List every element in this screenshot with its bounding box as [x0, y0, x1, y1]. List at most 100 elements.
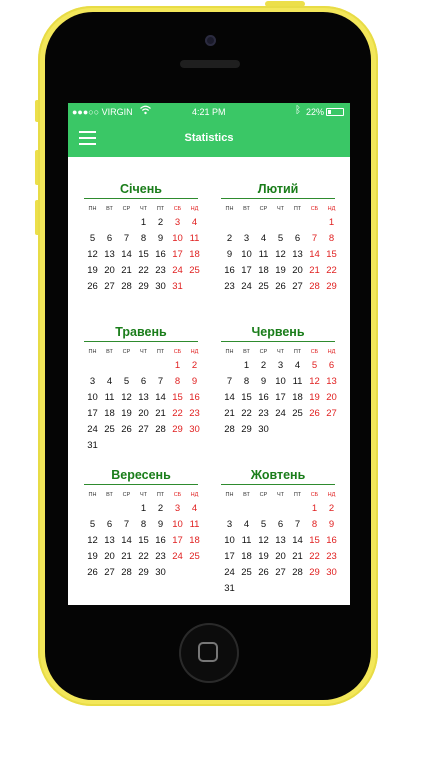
- day-cell[interactable]: 16: [323, 533, 340, 549]
- day-cell[interactable]: 29: [135, 565, 152, 581]
- day-cell[interactable]: 11: [186, 517, 203, 533]
- day-cell[interactable]: 24: [272, 406, 289, 422]
- day-cell[interactable]: 28: [118, 565, 135, 581]
- day-cell[interactable]: 30: [255, 422, 272, 438]
- day-cell[interactable]: 18: [186, 533, 203, 549]
- day-cell[interactable]: 10: [169, 231, 186, 247]
- day-cell[interactable]: 3: [238, 231, 255, 247]
- day-cell[interactable]: 8: [238, 374, 255, 390]
- day-cell[interactable]: 21: [152, 406, 169, 422]
- day-cell[interactable]: 6: [323, 358, 340, 374]
- day-cell[interactable]: 22: [323, 263, 340, 279]
- day-cell[interactable]: 24: [169, 263, 186, 279]
- day-cell[interactable]: 27: [135, 422, 152, 438]
- day-cell[interactable]: 3: [221, 517, 238, 533]
- day-cell[interactable]: 11: [101, 390, 118, 406]
- day-cell[interactable]: 27: [101, 279, 118, 295]
- day-cell[interactable]: 13: [289, 247, 306, 263]
- day-cell[interactable]: 13: [101, 533, 118, 549]
- day-cell[interactable]: 17: [169, 247, 186, 263]
- day-cell[interactable]: 18: [255, 263, 272, 279]
- day-cell[interactable]: 22: [135, 263, 152, 279]
- day-cell[interactable]: 19: [272, 263, 289, 279]
- day-cell[interactable]: 7: [306, 231, 323, 247]
- day-cell[interactable]: 17: [169, 533, 186, 549]
- day-cell[interactable]: 3: [169, 215, 186, 231]
- day-cell[interactable]: 25: [101, 422, 118, 438]
- day-cell[interactable]: 21: [221, 406, 238, 422]
- day-cell[interactable]: 2: [221, 231, 238, 247]
- day-cell[interactable]: 20: [289, 263, 306, 279]
- day-cell[interactable]: 1: [135, 501, 152, 517]
- day-cell[interactable]: 11: [238, 533, 255, 549]
- day-cell[interactable]: 5: [84, 231, 101, 247]
- day-cell[interactable]: 14: [152, 390, 169, 406]
- day-cell[interactable]: 23: [152, 549, 169, 565]
- day-cell[interactable]: 9: [255, 374, 272, 390]
- day-cell[interactable]: 1: [306, 501, 323, 517]
- day-cell[interactable]: 13: [272, 533, 289, 549]
- day-cell[interactable]: 22: [238, 406, 255, 422]
- day-cell[interactable]: 23: [221, 279, 238, 295]
- day-cell[interactable]: 14: [289, 533, 306, 549]
- day-cell[interactable]: 31: [221, 581, 238, 597]
- day-cell[interactable]: 2: [323, 501, 340, 517]
- day-cell[interactable]: 6: [135, 374, 152, 390]
- day-cell[interactable]: 18: [186, 247, 203, 263]
- day-cell[interactable]: 9: [152, 517, 169, 533]
- day-cell[interactable]: 5: [306, 358, 323, 374]
- day-cell[interactable]: 1: [323, 215, 340, 231]
- day-cell[interactable]: 28: [152, 422, 169, 438]
- day-cell[interactable]: 17: [84, 406, 101, 422]
- day-cell[interactable]: 11: [255, 247, 272, 263]
- day-cell[interactable]: 3: [272, 358, 289, 374]
- day-cell[interactable]: 30: [323, 565, 340, 581]
- day-cell[interactable]: 24: [221, 565, 238, 581]
- day-cell[interactable]: 10: [221, 533, 238, 549]
- day-cell[interactable]: 24: [169, 549, 186, 565]
- day-cell[interactable]: 19: [255, 549, 272, 565]
- day-cell[interactable]: 15: [306, 533, 323, 549]
- day-cell[interactable]: 5: [272, 231, 289, 247]
- day-cell[interactable]: 13: [101, 247, 118, 263]
- day-cell[interactable]: 10: [169, 517, 186, 533]
- day-cell[interactable]: 26: [255, 565, 272, 581]
- day-cell[interactable]: 6: [272, 517, 289, 533]
- day-cell[interactable]: 19: [306, 390, 323, 406]
- day-cell[interactable]: 6: [289, 231, 306, 247]
- day-cell[interactable]: 26: [84, 279, 101, 295]
- day-cell[interactable]: 26: [272, 279, 289, 295]
- day-cell[interactable]: 15: [135, 533, 152, 549]
- day-cell[interactable]: 9: [323, 517, 340, 533]
- day-cell[interactable]: 27: [272, 565, 289, 581]
- day-cell[interactable]: 31: [169, 279, 186, 295]
- day-cell[interactable]: 8: [169, 374, 186, 390]
- day-cell[interactable]: 4: [186, 215, 203, 231]
- day-cell[interactable]: 4: [289, 358, 306, 374]
- day-cell[interactable]: 17: [272, 390, 289, 406]
- day-cell[interactable]: 20: [272, 549, 289, 565]
- day-cell[interactable]: 26: [84, 565, 101, 581]
- day-cell[interactable]: 8: [323, 231, 340, 247]
- day-cell[interactable]: 25: [186, 549, 203, 565]
- day-cell[interactable]: 15: [238, 390, 255, 406]
- day-cell[interactable]: 12: [84, 533, 101, 549]
- day-cell[interactable]: 18: [289, 390, 306, 406]
- day-cell[interactable]: 12: [118, 390, 135, 406]
- day-cell[interactable]: 8: [135, 517, 152, 533]
- day-cell[interactable]: 18: [101, 406, 118, 422]
- day-cell[interactable]: 20: [101, 263, 118, 279]
- day-cell[interactable]: 23: [186, 406, 203, 422]
- day-cell[interactable]: 30: [152, 279, 169, 295]
- day-cell[interactable]: 13: [135, 390, 152, 406]
- day-cell[interactable]: 19: [118, 406, 135, 422]
- day-cell[interactable]: 29: [169, 422, 186, 438]
- day-cell[interactable]: 9: [221, 247, 238, 263]
- day-cell[interactable]: 25: [238, 565, 255, 581]
- day-cell[interactable]: 24: [84, 422, 101, 438]
- day-cell[interactable]: 7: [152, 374, 169, 390]
- day-cell[interactable]: 12: [255, 533, 272, 549]
- day-cell[interactable]: 27: [289, 279, 306, 295]
- day-cell[interactable]: 29: [135, 279, 152, 295]
- day-cell[interactable]: 15: [169, 390, 186, 406]
